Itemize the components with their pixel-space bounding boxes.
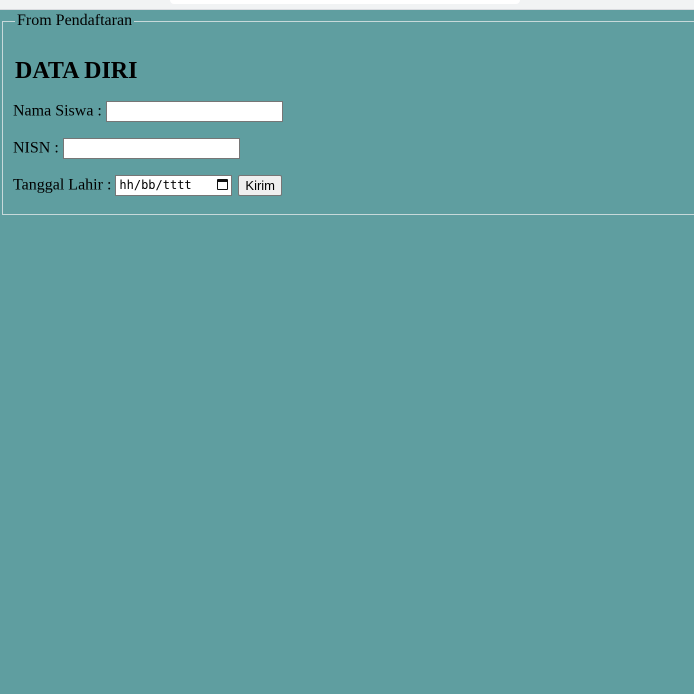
address-bar-edge bbox=[170, 0, 520, 4]
fieldset-legend: From Pendaftaran bbox=[17, 12, 133, 29]
nama-siswa-input[interactable] bbox=[105, 101, 283, 122]
nisn-input[interactable] bbox=[62, 138, 240, 159]
browser-top-strip bbox=[0, 0, 694, 10]
tanggal-lahir-label: Tanggal Lahir : bbox=[13, 176, 112, 194]
calendar-icon[interactable] bbox=[217, 179, 229, 190]
nisn-row: NISN : bbox=[13, 138, 240, 159]
date-placeholder: hh/bb/tttt bbox=[119, 178, 192, 192]
tanggal-lahir-input[interactable]: hh/bb/tttt bbox=[115, 175, 233, 196]
nama-siswa-label: Nama Siswa : bbox=[13, 102, 102, 120]
section-title: DATA DIRI bbox=[15, 58, 138, 84]
tanggal-lahir-row: Tanggal Lahir : hh/bb/tttt Kirim bbox=[13, 175, 283, 196]
page-body: From Pendaftaran DATA DIRI Nama Siswa : … bbox=[0, 10, 694, 694]
kirim-button[interactable]: Kirim bbox=[238, 175, 283, 196]
nisn-label: NISN : bbox=[13, 139, 59, 157]
nama-siswa-row: Nama Siswa : bbox=[13, 101, 283, 122]
